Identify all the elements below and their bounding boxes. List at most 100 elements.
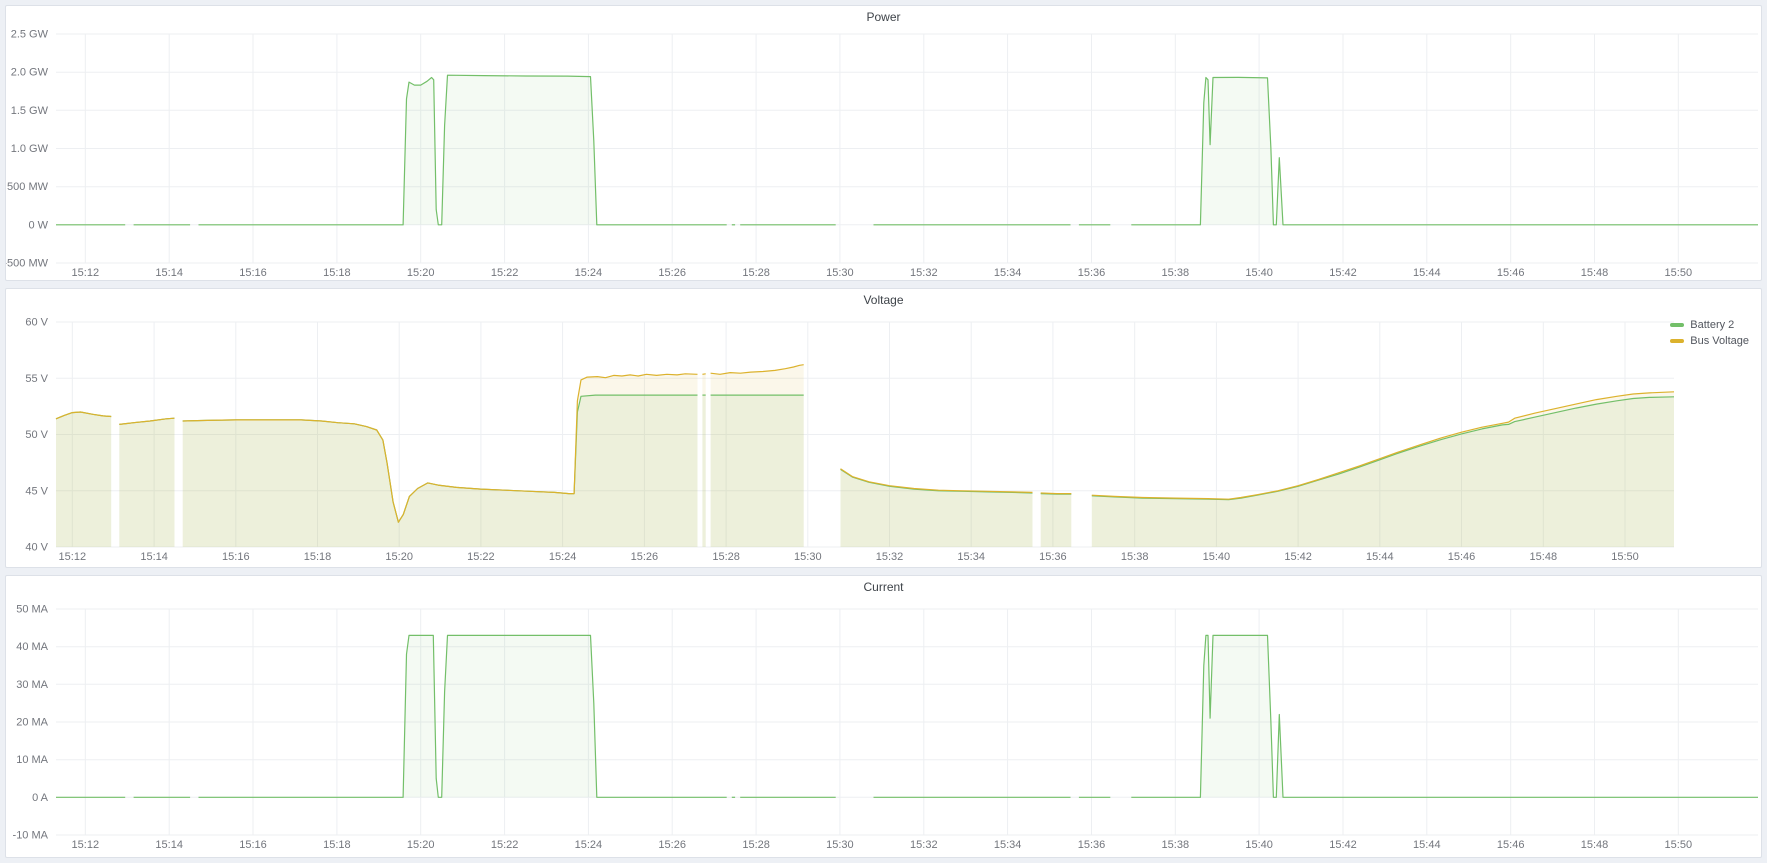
svg-text:15:26: 15:26 [658,267,686,279]
svg-text:15:50: 15:50 [1665,267,1693,279]
svg-text:15:24: 15:24 [575,839,603,851]
svg-text:15:34: 15:34 [957,551,985,563]
svg-text:40 V: 40 V [25,542,48,554]
legend-swatch-icon [1670,339,1684,343]
svg-text:15:18: 15:18 [323,267,351,279]
series-areas [56,75,1758,225]
svg-text:-10 MA: -10 MA [13,830,49,842]
svg-text:15:26: 15:26 [658,839,686,851]
svg-text:15:36: 15:36 [1039,551,1067,563]
svg-text:15:32: 15:32 [910,267,938,279]
svg-text:15:42: 15:42 [1284,551,1312,563]
svg-text:15:30: 15:30 [826,839,854,851]
voltage-legend: Battery 2 Bus Voltage [1670,319,1749,347]
svg-text:15:16: 15:16 [239,267,267,279]
power-chart-canvas[interactable]: 15:1215:1415:1615:1815:2015:2215:2415:26… [6,28,1761,280]
svg-text:15:16: 15:16 [239,839,267,851]
series-areas [56,635,1758,797]
legend-item-bus-voltage[interactable]: Bus Voltage [1670,335,1749,347]
svg-text:15:28: 15:28 [742,839,770,851]
svg-text:15:12: 15:12 [72,839,100,851]
svg-text:0 W: 0 W [28,219,48,231]
dashboard: Power 15:12 15:14 15:16 15:18 15:20 15:22 15:2… [0,0,1767,863]
svg-text:15:16: 15:16 [222,551,250,563]
svg-text:15:50: 15:50 [1611,551,1639,563]
svg-text:15:46: 15:46 [1497,839,1525,851]
svg-text:1.0 GW: 1.0 GW [11,143,49,155]
current-panel: Current 15:1215:1415:1615:1815:2015:2215… [5,575,1762,858]
svg-text:15:38: 15:38 [1162,267,1190,279]
svg-text:45 V: 45 V [25,485,48,497]
voltage-panel-title[interactable]: Voltage [6,289,1761,311]
svg-text:15:44: 15:44 [1413,839,1441,851]
svg-text:15:48: 15:48 [1530,551,1558,563]
svg-text:50 V: 50 V [25,429,48,441]
series-areas [56,365,1674,547]
svg-text:15:42: 15:42 [1329,267,1357,279]
legend-label: Bus Voltage [1690,335,1749,347]
legend-item-battery-2[interactable]: Battery 2 [1670,319,1749,331]
svg-text:15:24: 15:24 [575,267,603,279]
svg-text:15:34: 15:34 [994,839,1022,851]
svg-text:-500 MW: -500 MW [6,258,49,270]
svg-text:500 MW: 500 MW [7,181,49,193]
svg-text:2.0 GW: 2.0 GW [11,67,49,79]
svg-text:15:40: 15:40 [1245,267,1273,279]
series-lines [56,75,1758,225]
svg-text:15:44: 15:44 [1413,267,1441,279]
svg-text:15:32: 15:32 [910,839,938,851]
svg-text:15:30: 15:30 [794,551,822,563]
svg-text:15:30: 15:30 [826,267,854,279]
power-panel: Power 15:1215:1415:1615:1815:2015:2215:2… [5,5,1762,281]
svg-text:15:38: 15:38 [1121,551,1149,563]
svg-text:2.5 GW: 2.5 GW [11,29,49,41]
svg-text:15:12: 15:12 [72,267,100,279]
svg-text:15:22: 15:22 [467,551,495,563]
svg-text:15:38: 15:38 [1162,839,1190,851]
voltage-chart-canvas[interactable]: 15:12 15:14 15:16 15:18 15:20 15:22 15:24 15:26… [6,311,1761,567]
svg-text:15:48: 15:48 [1581,267,1609,279]
svg-text:15:20: 15:20 [407,839,435,851]
voltage-panel: Voltage 15:1215:1415:1615:1815:2015:2215… [5,288,1762,568]
svg-text:15:22: 15:22 [491,839,519,851]
svg-text:15:14: 15:14 [140,551,168,563]
svg-text:15:28: 15:28 [742,267,770,279]
grid-lines [56,34,1758,263]
svg-text:15:46: 15:46 [1448,551,1476,563]
svg-text:15:18: 15:18 [304,551,332,563]
svg-text:15:40: 15:40 [1245,839,1273,851]
grid-lines [56,609,1758,835]
svg-text:15:14: 15:14 [155,267,183,279]
series-lines [56,635,1758,797]
legend-label: Battery 2 [1690,319,1734,331]
svg-text:15:36: 15:36 [1078,267,1106,279]
axis-tick-labels: 15:12 15:14 15:16 15:18 15:20 15:22 15:24 15:26… [13,604,1693,852]
svg-text:15:22: 15:22 [491,267,519,279]
svg-text:15:46: 15:46 [1497,267,1525,279]
svg-text:10 MA: 10 MA [16,754,48,766]
svg-text:15:44: 15:44 [1366,551,1394,563]
svg-text:15:12: 15:12 [59,551,87,563]
svg-text:15:32: 15:32 [876,551,904,563]
svg-text:0 A: 0 A [32,792,49,804]
legend-swatch-icon [1670,323,1684,327]
svg-text:30 MA: 30 MA [16,679,48,691]
svg-text:15:18: 15:18 [323,839,351,851]
svg-text:55 V: 55 V [25,373,48,385]
current-panel-title[interactable]: Current [6,576,1761,598]
svg-text:15:14: 15:14 [155,839,183,851]
svg-text:15:24: 15:24 [549,551,577,563]
current-chart-canvas[interactable]: 15:12 15:14 15:16 15:18 15:20 15:22 15:24 15:26… [6,598,1761,857]
svg-text:15:40: 15:40 [1203,551,1231,563]
svg-text:15:48: 15:48 [1581,839,1609,851]
svg-text:15:42: 15:42 [1329,839,1357,851]
power-panel-title[interactable]: Power [6,6,1761,28]
svg-text:15:34: 15:34 [994,267,1022,279]
svg-text:40 MA: 40 MA [16,641,48,653]
svg-text:50 MA: 50 MA [16,604,48,616]
svg-text:15:26: 15:26 [631,551,659,563]
svg-text:1.5 GW: 1.5 GW [11,105,49,117]
svg-text:15:36: 15:36 [1078,839,1106,851]
svg-text:15:50: 15:50 [1665,839,1693,851]
svg-text:15:20: 15:20 [385,551,413,563]
